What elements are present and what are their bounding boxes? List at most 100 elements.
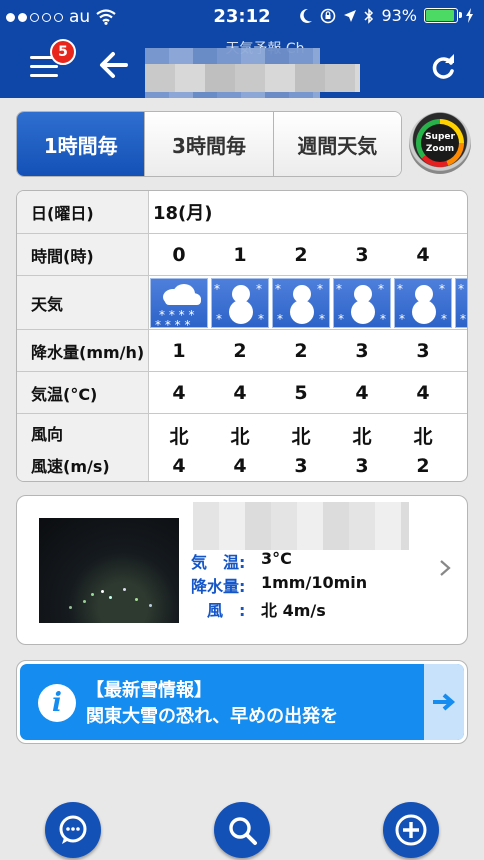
row-label: 気温(°C) xyxy=(17,372,149,414)
svg-text:*: * xyxy=(214,282,220,296)
status-bar: au 23:12 93% xyxy=(0,0,484,34)
svg-text:*: * xyxy=(256,282,262,296)
tab-hourly[interactable]: 1時間毎 xyxy=(17,112,145,176)
precip-cell: 3 xyxy=(416,340,430,362)
back-arrow-icon[interactable] xyxy=(96,48,132,82)
rotation-lock-icon xyxy=(321,8,336,23)
svg-text:*: * xyxy=(458,282,464,296)
hour-cell: 1 xyxy=(233,244,247,266)
row-wind: 風向 風速(m/s) 北4 北4 北3 北3 北2 xyxy=(17,413,467,481)
svg-text:*: * xyxy=(275,282,281,296)
svg-text:*: * xyxy=(378,282,384,296)
search-button[interactable] xyxy=(214,802,270,858)
snowman-icon: * * * * xyxy=(333,278,391,328)
weather-icon-partial: * * xyxy=(455,278,467,328)
battery-icon xyxy=(424,8,462,23)
charging-icon xyxy=(466,8,473,23)
wind-dir-label: 風向 xyxy=(31,425,64,444)
live-camera-card[interactable]: 気 温: 3°C 降水量: 1mm/10min 風 : 北 4m/s xyxy=(16,495,468,645)
temp-cell: 4 xyxy=(416,382,430,404)
news-title: 【最新雪情報】 xyxy=(86,680,212,701)
hour-cell: 4 xyxy=(416,244,430,266)
wind-cell: 北2 xyxy=(413,425,433,477)
wind-cell: 北4 xyxy=(230,425,250,477)
arrow-right-icon xyxy=(433,693,456,711)
precip-cell: 2 xyxy=(233,340,247,362)
wind-speed-label: 風速(m/s) xyxy=(31,457,110,476)
svg-text:*: * xyxy=(277,312,283,326)
temp-value: 3°C xyxy=(261,549,292,568)
svg-text:*: * xyxy=(319,312,325,326)
row-temp: 気温(°C) 4 4 5 4 4 xyxy=(17,371,467,414)
wind-cell: 北4 xyxy=(169,425,189,477)
news-headline: 関東大雪の恐れ、早めの出発を xyxy=(86,706,339,727)
svg-text:*: * xyxy=(317,282,323,296)
add-button[interactable] xyxy=(383,802,439,858)
news-banner-body: i 【最新雪情報】 関東大雪の恐れ、早めの出発を xyxy=(20,664,464,740)
notification-badge: 5 xyxy=(50,39,76,65)
chevron-right-icon xyxy=(440,560,451,576)
redacted-location-name xyxy=(193,502,409,550)
location-icon xyxy=(344,9,357,22)
super-zoom-button[interactable]: Super Zoom xyxy=(409,112,471,174)
temp-label: 気 温: xyxy=(191,553,246,572)
temp-cell: 4 xyxy=(355,382,369,404)
svg-text:*: * xyxy=(380,312,386,326)
chat-bubble-icon xyxy=(59,815,87,844)
svg-text:*: * xyxy=(460,312,466,326)
svg-text:*: * xyxy=(439,282,445,296)
news-banner[interactable]: i 【最新雪情報】 関東大雪の恐れ、早めの出発を xyxy=(16,660,468,744)
redacted-subtitle-block xyxy=(145,64,360,92)
plus-icon xyxy=(395,814,427,846)
row-label: 時間(時) xyxy=(17,234,149,276)
hour-cell: 2 xyxy=(294,244,308,266)
forecast-tabs: 1時間毎 3時間毎 週間天気 xyxy=(16,111,402,177)
banner-arrow[interactable] xyxy=(424,664,464,740)
snowman-icon: * * * * xyxy=(211,278,269,328)
camera-thumbnail xyxy=(39,518,179,623)
hour-cell: 0 xyxy=(172,244,186,266)
forecast-table: 日(曜日) 18(月) 時間(時) 0 1 2 3 4 天気 * * * * *… xyxy=(16,190,468,482)
svg-text:*: * xyxy=(258,312,264,326)
cloud-snow-icon: * * * * * * * * xyxy=(150,278,208,328)
refresh-icon[interactable] xyxy=(428,52,458,82)
search-icon xyxy=(229,817,257,845)
day-value: 18(月) xyxy=(153,203,213,224)
row-precip: 降水量(mm/h) 1 2 2 3 3 xyxy=(17,329,467,372)
svg-text:* * * *: * * * * xyxy=(155,318,190,328)
precip-cell: 1 xyxy=(172,340,186,362)
camera-readings: 気 温: 3°C 降水量: 1mm/10min 風 : 北 4m/s xyxy=(191,549,367,621)
row-label: 降水量(mm/h) xyxy=(17,330,149,372)
status-right: 93% xyxy=(299,6,474,25)
wind-cell: 北3 xyxy=(352,425,372,477)
row-label: 風向 風速(m/s) xyxy=(17,414,149,481)
temp-cell: 5 xyxy=(294,382,308,404)
row-day: 日(曜日) 18(月) xyxy=(17,191,467,233)
svg-text:*: * xyxy=(216,312,222,326)
svg-text:*: * xyxy=(399,312,405,326)
tab-3-hourly[interactable]: 3時間毎 xyxy=(144,112,273,176)
precip-value: 1mm/10min xyxy=(261,573,368,592)
precip-cell: 2 xyxy=(294,340,308,362)
super-zoom-label: Super Zoom xyxy=(421,124,459,162)
snowman-icon: * * * * xyxy=(394,278,452,328)
svg-text:*: * xyxy=(336,282,342,296)
wind-label: 風 : xyxy=(207,601,246,620)
temp-cell: 4 xyxy=(172,382,186,404)
precip-cell: 3 xyxy=(355,340,369,362)
snowman-icon: * * * * xyxy=(272,278,330,328)
info-icon: i xyxy=(38,684,76,722)
wind-cell: 北3 xyxy=(291,425,311,477)
hour-cell: 3 xyxy=(355,244,369,266)
svg-text:*: * xyxy=(441,312,447,326)
row-hour: 時間(時) 0 1 2 3 4 xyxy=(17,233,467,276)
news-text: 【最新雪情報】 関東大雪の恐れ、早めの出発を xyxy=(86,678,338,730)
tab-weekly[interactable]: 週間天気 xyxy=(272,112,401,176)
wind-value: 北 4m/s xyxy=(261,601,326,620)
svg-text:*: * xyxy=(338,312,344,326)
moon-icon xyxy=(300,8,313,23)
chat-button[interactable] xyxy=(45,802,101,858)
precip-label: 降水量: xyxy=(191,577,246,596)
bluetooth-icon xyxy=(364,7,374,24)
row-label: 日(曜日) xyxy=(17,191,149,233)
